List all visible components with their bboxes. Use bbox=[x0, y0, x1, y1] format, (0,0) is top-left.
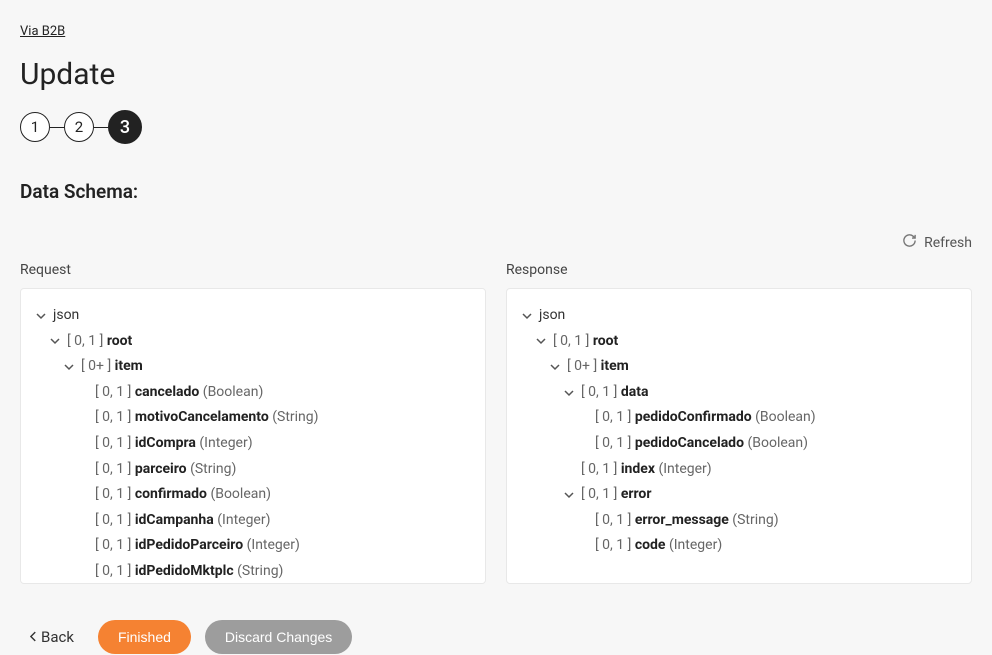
step-3[interactable]: 3 bbox=[108, 110, 142, 144]
tree-node-text: [ 0, 1 ] confirmado (Boolean) bbox=[95, 485, 271, 505]
tree-node-text: [ 0, 1 ] error bbox=[581, 485, 651, 505]
back-button[interactable]: Back bbox=[20, 628, 84, 646]
tree-node-text: [ 0, 1 ] cancelado (Boolean) bbox=[95, 383, 263, 403]
tree-node-text: [ 0, 1 ] root bbox=[67, 332, 132, 352]
chevron-down-icon[interactable] bbox=[549, 362, 561, 372]
tree-node[interactable]: [ 0+ ] item bbox=[549, 354, 957, 380]
tree-node-text: [ 0, 1 ] code (Integer) bbox=[595, 536, 722, 556]
response-tree: json [ 0, 1 ] root [ 0+ ] item [ 0, 1 ] dat… bbox=[521, 303, 957, 559]
chevron-left-icon bbox=[30, 628, 37, 646]
tree-node[interactable]: json bbox=[521, 303, 957, 329]
tree-node[interactable]: [ 0, 1 ] error bbox=[563, 482, 957, 508]
refresh-icon bbox=[902, 233, 917, 252]
tree-node-text: [ 0, 1 ] idPedidoParceiro (Integer) bbox=[95, 536, 300, 556]
tree-node: [ 0, 1 ] idPedidoMktplc (String) bbox=[77, 559, 471, 584]
tree-node-text: [ 0, 1 ] idCompra (Integer) bbox=[95, 434, 253, 454]
discard-button[interactable]: Discard Changes bbox=[205, 620, 352, 654]
section-title: Data Schema: bbox=[20, 180, 972, 203]
back-label: Back bbox=[41, 628, 74, 646]
chevron-down-icon[interactable] bbox=[35, 311, 47, 321]
stepper: 1 2 3 bbox=[20, 110, 972, 144]
tree-node-text: [ 0, 1 ] error_message (String) bbox=[595, 511, 779, 531]
tree-node: [ 0, 1 ] motivoCancelamento (String) bbox=[77, 405, 471, 431]
finished-button[interactable]: Finished bbox=[98, 620, 191, 654]
tree-node: [ 0, 1 ] confirmado (Boolean) bbox=[77, 482, 471, 508]
response-panel: json [ 0, 1 ] root [ 0+ ] item [ 0, 1 ] dat… bbox=[506, 288, 972, 584]
response-heading: Response bbox=[506, 262, 972, 278]
refresh-button[interactable]: Refresh bbox=[902, 233, 972, 252]
tree-node-text: [ 0, 1 ] root bbox=[553, 332, 618, 352]
tree-node-text: [ 0, 1 ] parceiro (String) bbox=[95, 460, 236, 480]
tree-node-text: [ 0, 1 ] pedidoConfirmado (Boolean) bbox=[595, 408, 816, 428]
tree-node-text: [ 0, 1 ] index (Integer) bbox=[581, 460, 712, 480]
refresh-label: Refresh bbox=[924, 235, 972, 251]
request-tree: json [ 0, 1 ] root [ 0+ ] item [ 0, 1 ] can… bbox=[35, 303, 471, 584]
tree-node: [ 0, 1 ] idCampanha (Integer) bbox=[77, 508, 471, 534]
chevron-down-icon[interactable] bbox=[49, 336, 61, 346]
chevron-down-icon[interactable] bbox=[535, 336, 547, 346]
tree-node-text: [ 0+ ] item bbox=[567, 357, 629, 377]
breadcrumb[interactable]: Via B2B bbox=[20, 24, 65, 39]
tree-node-text: json bbox=[53, 306, 79, 326]
tree-node: [ 0, 1 ] idCompra (Integer) bbox=[77, 431, 471, 457]
tree-node-text: [ 0+ ] item bbox=[81, 357, 143, 377]
tree-node: [ 0, 1 ] pedidoConfirmado (Boolean) bbox=[577, 405, 957, 431]
page-title: Update bbox=[20, 57, 972, 92]
request-heading: Request bbox=[20, 262, 486, 278]
step-connector bbox=[50, 127, 64, 128]
tree-node-text: [ 0, 1 ] idCampanha (Integer) bbox=[95, 511, 270, 531]
request-panel: json [ 0, 1 ] root [ 0+ ] item [ 0, 1 ] can… bbox=[20, 288, 486, 584]
tree-node[interactable]: [ 0+ ] item bbox=[63, 354, 471, 380]
tree-node[interactable]: [ 0, 1 ] root bbox=[535, 329, 957, 355]
tree-node: [ 0, 1 ] pedidoCancelado (Boolean) bbox=[577, 431, 957, 457]
chevron-down-icon[interactable] bbox=[563, 388, 575, 398]
tree-node-text: [ 0, 1 ] data bbox=[581, 383, 648, 403]
tree-node: [ 0, 1 ] parceiro (String) bbox=[77, 457, 471, 483]
chevron-down-icon[interactable] bbox=[563, 490, 575, 500]
chevron-down-icon[interactable] bbox=[521, 311, 533, 321]
tree-node[interactable]: [ 0, 1 ] data bbox=[563, 380, 957, 406]
tree-node[interactable]: json bbox=[35, 303, 471, 329]
tree-node-text: json bbox=[539, 306, 565, 326]
step-1[interactable]: 1 bbox=[20, 112, 50, 142]
step-2[interactable]: 2 bbox=[64, 112, 94, 142]
tree-node: [ 0, 1 ] code (Integer) bbox=[577, 533, 957, 559]
tree-node: [ 0, 1 ] idPedidoParceiro (Integer) bbox=[77, 533, 471, 559]
tree-node: [ 0, 1 ] cancelado (Boolean) bbox=[77, 380, 471, 406]
tree-node-text: [ 0, 1 ] idPedidoMktplc (String) bbox=[95, 562, 283, 582]
tree-node[interactable]: [ 0, 1 ] root bbox=[49, 329, 471, 355]
step-connector bbox=[94, 127, 108, 128]
tree-node: [ 0, 1 ] error_message (String) bbox=[577, 508, 957, 534]
tree-node: [ 0, 1 ] index (Integer) bbox=[563, 457, 957, 483]
tree-node-text: [ 0, 1 ] motivoCancelamento (String) bbox=[95, 408, 319, 428]
chevron-down-icon[interactable] bbox=[63, 362, 75, 372]
tree-node-text: [ 0, 1 ] pedidoCancelado (Boolean) bbox=[595, 434, 808, 454]
